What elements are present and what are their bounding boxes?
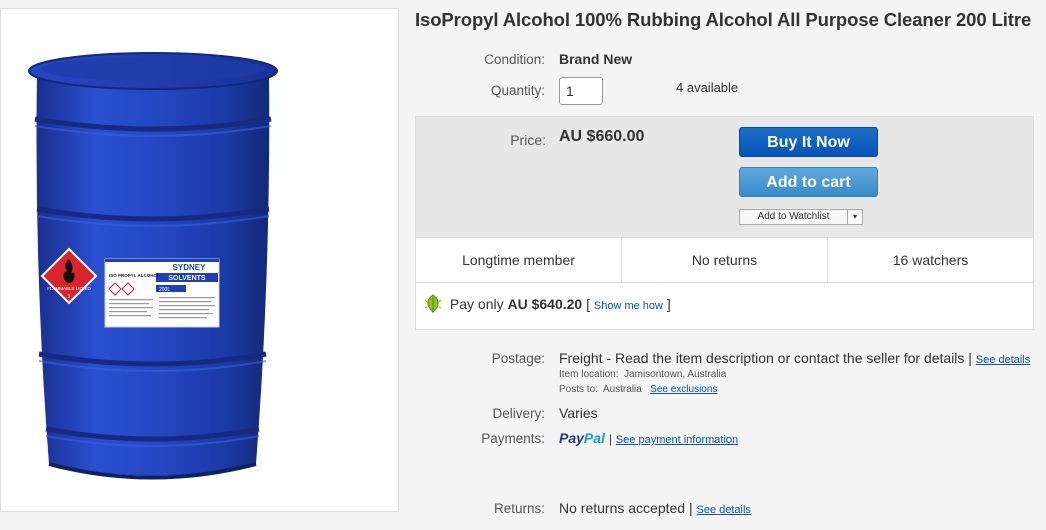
- postage-label: Postage:: [491, 351, 545, 366]
- condition-value: Brand New: [559, 51, 633, 67]
- add-to-cart-button[interactable]: Add to cart: [739, 167, 878, 197]
- add-to-watchlist-button[interactable]: Add to Watchlist: [739, 209, 848, 225]
- product-image-panel[interactable]: FLAMMABLE LIQUID 3 SYDNEY SOLVENTS ISO P…: [0, 8, 399, 512]
- pay-only-promo: Pay only AU $640.20 [ Show me how ]: [424, 294, 671, 317]
- pay-only-amount: AU $640.20: [507, 296, 583, 313]
- product-label: SYDNEY SOLVENTS ISO PROPYL ALCOHOL 200L: [104, 258, 220, 328]
- svg-text:SOLVENTS: SOLVENTS: [168, 275, 206, 282]
- pay-only-prefix: Pay only: [449, 296, 504, 313]
- paypal-logo-part2: Pal: [583, 430, 605, 446]
- feature-longtime-member: Longtime member: [416, 238, 622, 282]
- watchlist-dropdown-button[interactable]: ▾: [847, 209, 863, 225]
- svg-text:SYDNEY: SYDNEY: [173, 263, 207, 272]
- svg-text:3: 3: [68, 294, 71, 300]
- price-value: AU $660.00: [559, 128, 645, 145]
- quantity-input[interactable]: [559, 77, 603, 105]
- show-me-how-link[interactable]: Show me how: [594, 300, 663, 312]
- delivery-label: Delivery:: [492, 406, 545, 421]
- quantity-label: Quantity:: [490, 83, 545, 98]
- payments-label: Payments:: [481, 431, 545, 446]
- postage-see-details-link[interactable]: See details: [976, 354, 1030, 366]
- posts-to: Posts to: Australia See exclusions: [559, 384, 717, 395]
- returns-info: No returns accepted | See details: [559, 500, 751, 516]
- svg-text:FLAMMABLE LIQUID: FLAMMABLE LIQUID: [47, 286, 91, 291]
- see-exclusions-link[interactable]: See exclusions: [650, 384, 717, 395]
- price-label: Price:: [510, 132, 546, 148]
- see-payment-information-link[interactable]: See payment information: [616, 434, 738, 446]
- postage-value: Freight - Read the item description or c…: [559, 350, 972, 366]
- item-location: Item location: Jamisontown, Australia: [559, 369, 726, 380]
- buy-box-header: Price: AU $660.00 Buy It Now Add to cart…: [416, 117, 1033, 237]
- feature-no-returns: No returns: [622, 238, 828, 282]
- svg-text:200L: 200L: [159, 287, 170, 293]
- condition-label: Condition:: [484, 52, 545, 67]
- buy-box: Price: AU $660.00 Buy It Now Add to cart…: [415, 116, 1034, 330]
- posts-to-label: Posts to:: [559, 384, 598, 395]
- listing-title: IsoPropyl Alcohol 100% Rubbing Alcohol A…: [415, 9, 1032, 30]
- item-location-value: Jamisontown, Australia: [624, 369, 727, 380]
- item-location-label: Item location:: [559, 369, 619, 380]
- buy-it-now-button[interactable]: Buy It Now: [739, 127, 878, 157]
- listing-page: FLAMMABLE LIQUID 3 SYDNEY SOLVENTS ISO P…: [0, 0, 1046, 530]
- pay-only-bracket-close: ]: [666, 296, 671, 313]
- returns-see-details-link[interactable]: See details: [697, 504, 751, 516]
- payments-separator: |: [608, 432, 612, 446]
- pay-only-bracket-open: [: [586, 296, 590, 313]
- chevron-down-icon: ▾: [852, 212, 857, 221]
- seller-features: Longtime member No returns 16 watchers: [416, 237, 1033, 283]
- svg-text:ISO PROPYL ALCOHOL: ISO PROPYL ALCOHOL: [109, 273, 160, 278]
- postage-info: Freight - Read the item description or c…: [559, 350, 1030, 366]
- posts-to-value: Australia: [602, 384, 642, 395]
- product-image: FLAMMABLE LIQUID 3 SYDNEY SOLVENTS ISO P…: [28, 52, 278, 480]
- payments-info: PayPal | See payment information: [559, 430, 738, 446]
- paypal-logo-part1: Pay: [559, 430, 584, 446]
- paypal-logo: PayPal: [559, 430, 605, 446]
- quantity-available: 4 available: [676, 80, 739, 95]
- leaf-promo-icon: [424, 294, 442, 317]
- returns-label: Returns:: [493, 501, 545, 516]
- feature-watchers: 16 watchers: [892, 252, 969, 268]
- returns-value: No returns accepted |: [559, 500, 693, 516]
- delivery-value: Varies: [559, 405, 598, 421]
